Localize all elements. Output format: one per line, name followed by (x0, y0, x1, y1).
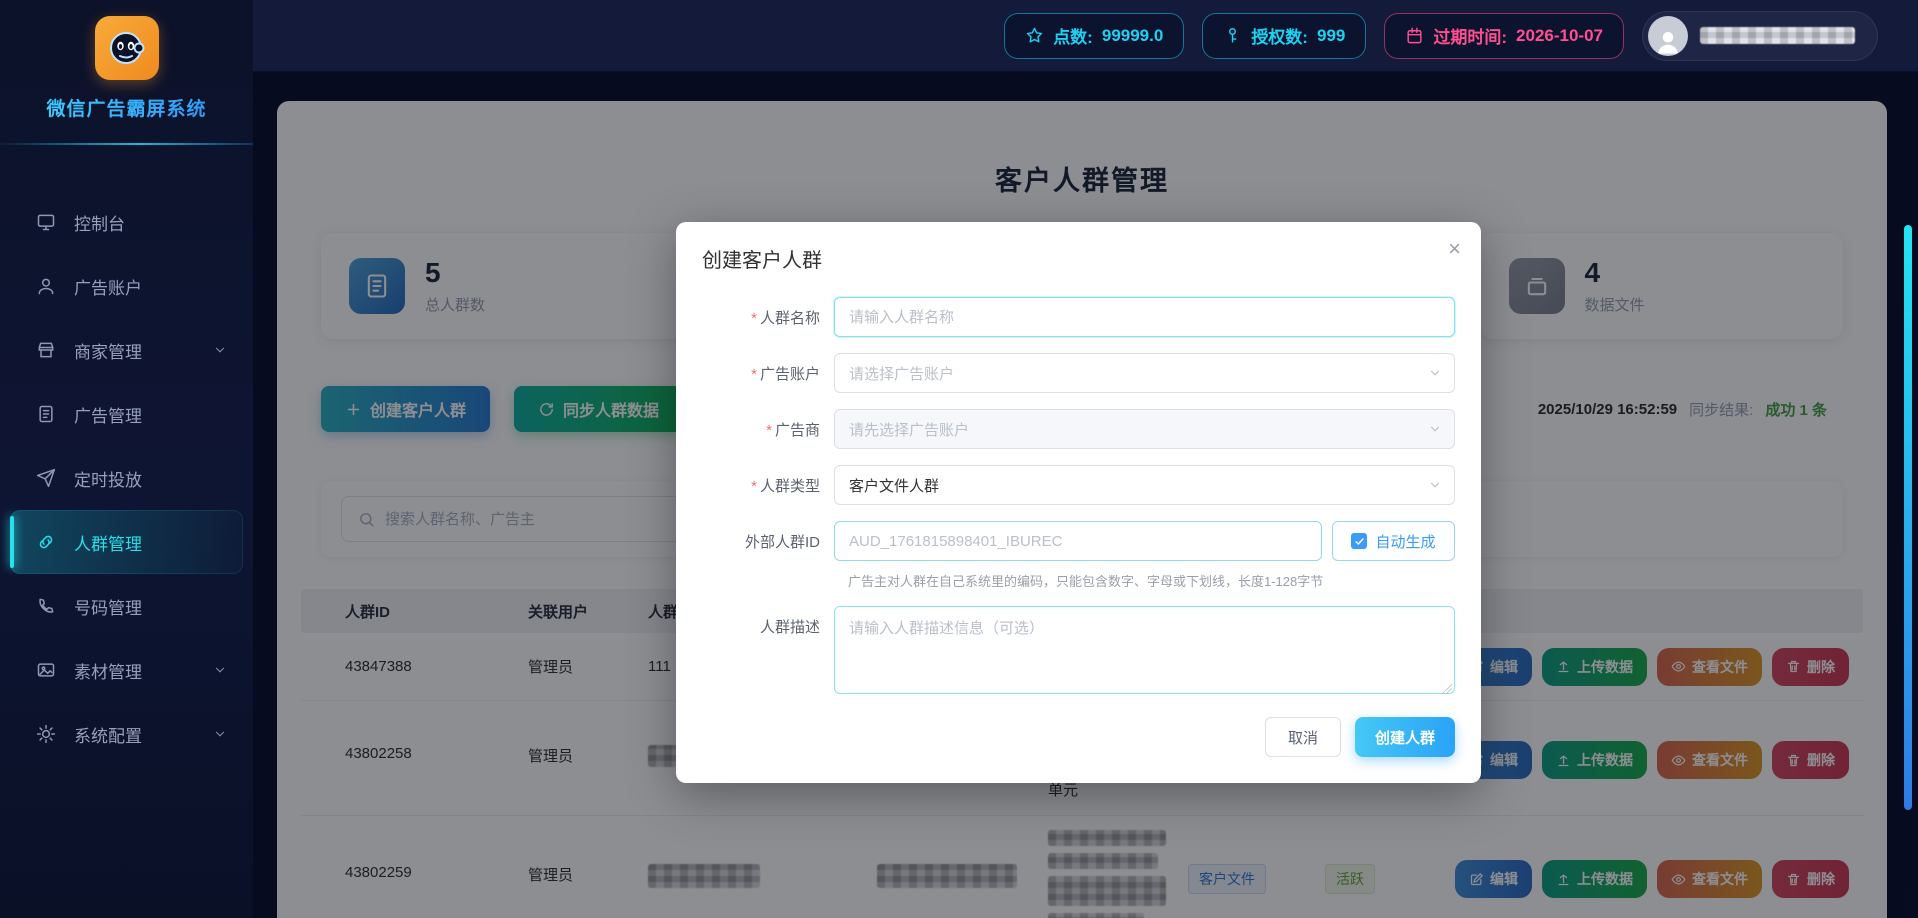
sidebar-item-label: 系统配置 (74, 722, 142, 747)
field-audience-type: *人群类型 客户文件人群 (702, 465, 1455, 505)
app-logo (95, 16, 159, 80)
sidebar-item-label: 商家管理 (74, 338, 142, 363)
field-label: 人群名称 (760, 310, 820, 327)
checkbox-checked-icon[interactable] (1351, 533, 1367, 549)
audience-name-input[interactable] (834, 297, 1455, 337)
select-value: 客户文件人群 (849, 475, 939, 496)
sidebar-item-material-management[interactable]: 素材管理 (10, 638, 243, 702)
send-icon (36, 468, 56, 488)
licenses-value: 999 (1317, 26, 1345, 46)
sidebar-menu: 控制台 广告账户 商家管理 广告管理 定时投放 人群管理 号码管理 (0, 190, 253, 766)
chevron-down-icon (213, 343, 227, 357)
sidebar-item-audience-management[interactable]: 人群管理 (10, 510, 243, 574)
chevron-down-icon (213, 727, 227, 741)
expire-label: 过期时间: (1433, 23, 1507, 48)
expire-value: 2026-10-07 (1516, 26, 1603, 46)
main-area: 客户人群管理 5 总人群数 4 数据文件 (253, 72, 1918, 918)
sidebar-item-ad-management[interactable]: 广告管理 (10, 382, 243, 446)
field-description: 人群描述 (702, 606, 1455, 699)
field-audience-name: *人群名称 (702, 297, 1455, 337)
points-label: 点数: (1053, 23, 1093, 48)
image-icon (36, 660, 56, 680)
sidebar-item-label: 号码管理 (74, 594, 142, 619)
user-menu[interactable] (1642, 11, 1878, 61)
auto-generate-label: 自动生成 (1375, 531, 1435, 552)
sidebar-item-label: 素材管理 (74, 658, 142, 683)
licenses-badge: 授权数: 999 (1202, 13, 1366, 59)
phone-icon (36, 596, 56, 616)
close-icon[interactable]: × (1448, 238, 1461, 260)
sidebar-item-scheduled-delivery[interactable]: 定时投放 (10, 446, 243, 510)
chevron-down-icon (1428, 366, 1442, 380)
document-icon (36, 404, 56, 424)
expire-badge: 过期时间: 2026-10-07 (1384, 13, 1624, 59)
monitor-icon (36, 212, 56, 232)
field-label: 人群描述 (760, 619, 820, 636)
sidebar-divider (0, 143, 253, 145)
robot-logo-icon (106, 27, 148, 69)
field-ad-account: *广告账户 请选择广告账户 (702, 353, 1455, 393)
licenses-label: 授权数: (1251, 23, 1308, 48)
gear-icon (36, 724, 56, 744)
create-submit-button[interactable]: 创建人群 (1355, 717, 1455, 757)
required-mark: * (766, 422, 772, 439)
points-badge: 点数: 99999.0 (1004, 13, 1184, 59)
create-audience-modal: 创建客户人群 × *人群名称 *广告账户 请选择广告账户 *广告商 (676, 222, 1481, 783)
modal-form: *人群名称 *广告账户 请选择广告账户 *广告商 请先选择广告账户 (702, 297, 1455, 757)
star-icon (1025, 26, 1044, 45)
scrollbar-thumb[interactable] (1904, 225, 1912, 810)
modal-footer: 取消 创建人群 (702, 717, 1455, 757)
sidebar-item-ad-accounts[interactable]: 广告账户 (10, 254, 243, 318)
sidebar-item-console[interactable]: 控制台 (10, 190, 243, 254)
ad-vendor-select[interactable]: 请先选择广告账户 (834, 409, 1455, 449)
field-ad-vendor: *广告商 请先选择广告账户 (702, 409, 1455, 449)
chevron-down-icon (213, 663, 227, 677)
auto-generate-toggle[interactable]: 自动生成 (1332, 521, 1455, 561)
field-label: 广告商 (775, 422, 820, 439)
sidebar: 微信广告霸屏系统 控制台 广告账户 商家管理 广告管理 定时投放 人群管理 (0, 0, 253, 918)
username-redacted (1700, 27, 1855, 44)
field-label: 广告账户 (760, 366, 820, 383)
sidebar-item-label: 广告账户 (74, 274, 142, 299)
modal-title: 创建客户人群 (702, 244, 1455, 273)
sidebar-item-label: 人群管理 (74, 530, 142, 555)
required-mark: * (751, 366, 757, 383)
user-icon (36, 276, 56, 296)
field-label: 人群类型 (760, 478, 820, 495)
cancel-button[interactable]: 取消 (1265, 717, 1341, 757)
sidebar-item-label: 广告管理 (74, 402, 142, 427)
chevron-down-icon (1428, 422, 1442, 436)
audience-type-select[interactable]: 客户文件人群 (834, 465, 1455, 505)
field-label: 外部人群ID (745, 534, 820, 551)
audience-link-icon (36, 532, 56, 552)
required-mark: * (751, 310, 757, 327)
sidebar-item-label: 控制台 (74, 210, 125, 235)
points-value: 99999.0 (1102, 26, 1163, 46)
app-title: 微信广告霸屏系统 (0, 94, 253, 121)
sidebar-item-system-config[interactable]: 系统配置 (10, 702, 243, 766)
external-id-help: 广告主对人群在自己系统里的编码，只能包含数字、字母或下划线，长度1-128字节 (848, 571, 1455, 590)
chevron-down-icon (1428, 478, 1442, 492)
avatar (1648, 16, 1688, 56)
shop-icon (36, 340, 56, 360)
field-external-id: 外部人群ID 自动生成 (702, 521, 1455, 561)
required-mark: * (751, 478, 757, 495)
calendar-icon (1405, 26, 1424, 45)
select-placeholder: 请选择广告账户 (849, 363, 954, 384)
sidebar-item-merchants[interactable]: 商家管理 (10, 318, 243, 382)
description-textarea[interactable] (834, 606, 1455, 694)
topbar: 点数: 99999.0 授权数: 999 过期时间: 2026-10-07 (253, 0, 1918, 72)
sidebar-item-label: 定时投放 (74, 466, 142, 491)
external-id-input[interactable] (834, 521, 1322, 561)
select-placeholder: 请先选择广告账户 (849, 419, 969, 440)
person-icon (1653, 26, 1683, 56)
key-icon (1223, 26, 1242, 45)
sidebar-item-number-management[interactable]: 号码管理 (10, 574, 243, 638)
ad-account-select[interactable]: 请选择广告账户 (834, 353, 1455, 393)
